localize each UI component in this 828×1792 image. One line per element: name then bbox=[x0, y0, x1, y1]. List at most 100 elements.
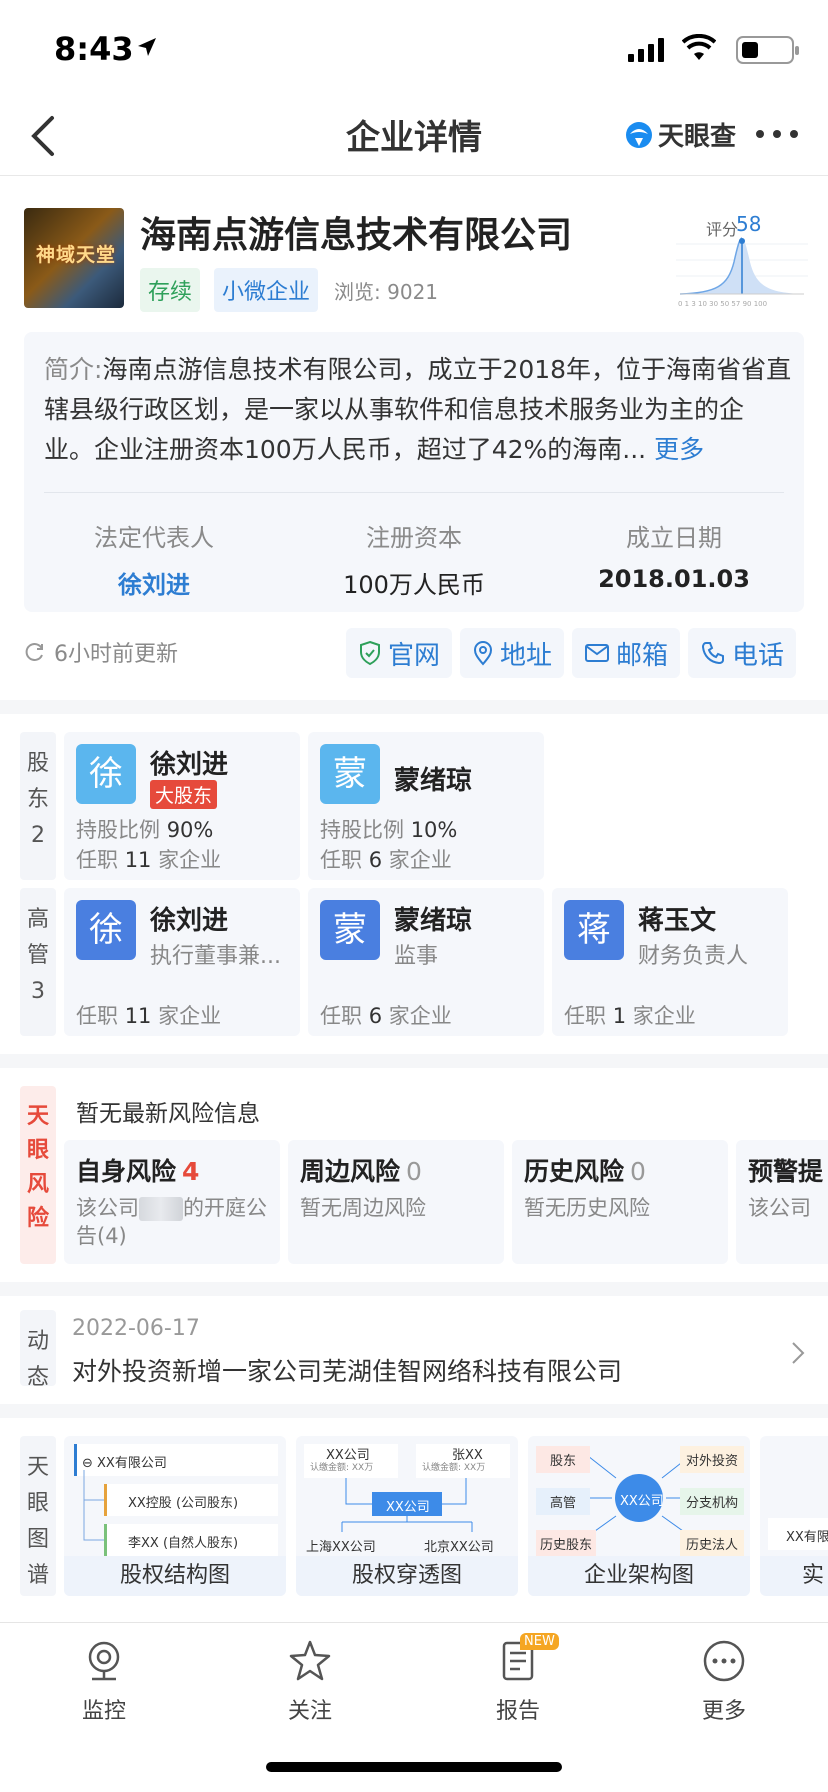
equity-penetration-card[interactable]: XX公司 认缴金额: XX万 张XX 认缴金额: XX万 XX公司 上海XX公司… bbox=[296, 1436, 518, 1596]
address-label: 地址 bbox=[500, 640, 553, 671]
jobs-suffix: 家企业 bbox=[632, 1004, 696, 1028]
self-risk-card[interactable]: 自身风险 4 该公司 的开庭公告(4) bbox=[64, 1140, 280, 1264]
capital-label: 注册资本 bbox=[366, 524, 462, 552]
tab-label: 监控 bbox=[81, 1699, 126, 1724]
reg-capital: 注册资本 100万人民币 bbox=[284, 518, 544, 600]
jobs-prefix: 任职 bbox=[76, 1004, 118, 1028]
home-indicator[interactable] bbox=[266, 1762, 562, 1772]
executive-card[interactable]: 蒙 蒙绪琼 监事 任职 6 家企业 bbox=[308, 888, 544, 1036]
phone-button[interactable]: 电话 bbox=[688, 628, 797, 678]
job-count: 任职 6 家企业 bbox=[320, 844, 452, 874]
shareholder-card[interactable]: 徐 徐刘进 大股东 持股比例 90% 任职 11 家企业 bbox=[64, 732, 300, 880]
executive-card[interactable]: 徐 徐刘进 执行董事兼... 任职 11 家企业 bbox=[64, 888, 300, 1036]
tianyancha-logo-icon bbox=[626, 121, 652, 148]
label-char: 险 bbox=[26, 1206, 49, 1231]
node-text: 李XX (自然人股东) bbox=[128, 1536, 239, 1551]
intro-more-link[interactable]: 更多 bbox=[654, 435, 704, 464]
svg-text:0 1 3 10 30 50 57 90 10: 0 1 3 10 30 50 57 90 100 bbox=[678, 300, 767, 308]
legal-rep-link[interactable]: 徐刘进 bbox=[24, 565, 284, 600]
tab-report[interactable]: NEW 报告 bbox=[458, 1633, 578, 1725]
status-time: 8:43 bbox=[54, 30, 134, 68]
risk-desc: 该公司 的开庭公告(4) bbox=[76, 1194, 276, 1250]
divider bbox=[44, 492, 784, 493]
intro-text: 简介:海南点游信息技术有限公司，成立于2018年，位于海南省省直辖县级行政区划，… bbox=[44, 350, 792, 470]
tab-monitor[interactable]: 监控 bbox=[44, 1639, 164, 1725]
major-shareholder-badge: 大股东 bbox=[150, 780, 218, 809]
label-char: 股 bbox=[26, 751, 49, 776]
risk-desc: 该公司 bbox=[748, 1196, 811, 1220]
risk-desc-a: 该公司 bbox=[76, 1196, 139, 1220]
chevron-right-icon[interactable] bbox=[790, 1340, 806, 1366]
shield-check-icon bbox=[360, 640, 380, 666]
tab-label: 更多 bbox=[701, 1699, 746, 1724]
risk-title: 周边风险 bbox=[300, 1157, 401, 1186]
job-count: 任职 11 家企业 bbox=[76, 1000, 221, 1030]
update-status[interactable]: 6小时前更新 bbox=[24, 636, 178, 668]
refresh-icon bbox=[25, 643, 43, 661]
more-options-icon[interactable] bbox=[756, 130, 798, 138]
email-button[interactable]: 邮箱 bbox=[572, 628, 681, 678]
job-count: 任职 6 家企业 bbox=[320, 1000, 452, 1030]
tab-label: 关注 bbox=[287, 1699, 332, 1724]
avatar: 蒙 bbox=[320, 900, 380, 960]
tab-follow[interactable]: 关注 bbox=[250, 1639, 370, 1725]
website-button[interactable]: 官网 bbox=[346, 628, 453, 678]
section-separator bbox=[0, 1282, 828, 1296]
actual-controller-card[interactable]: XX有限 实 bbox=[760, 1436, 828, 1596]
history-risk-card[interactable]: 历史风险 0 暂无历史风险 bbox=[512, 1140, 728, 1264]
label-char: 眼 bbox=[26, 1491, 49, 1516]
label-char: 东 bbox=[26, 787, 49, 812]
surrounding-risk-card[interactable]: 周边风险 0 暂无周边风险 bbox=[288, 1140, 504, 1264]
jobs-prefix: 任职 bbox=[320, 1004, 362, 1028]
label-char: 态 bbox=[26, 1365, 49, 1390]
node-sub: 认缴金额: XX万 bbox=[422, 1463, 486, 1473]
node-text: 对外投资 bbox=[680, 1446, 745, 1473]
jobs-prefix: 任职 bbox=[320, 848, 362, 872]
brand-logo[interactable]: 天眼查 bbox=[624, 116, 736, 153]
address-button[interactable]: 地址 bbox=[460, 628, 565, 678]
phone-label: 电话 bbox=[732, 640, 785, 671]
risk-title: 历史风险 bbox=[524, 1157, 625, 1186]
equity-structure-card[interactable]: ⊖ XX有限公司 XX控股 (公司股东) 李XX (自然人股东) 股权结构图 bbox=[64, 1436, 286, 1596]
risk-count: 0 bbox=[630, 1157, 646, 1186]
jobs-value: 6 bbox=[368, 848, 383, 872]
avatar: 蒋 bbox=[564, 900, 624, 960]
graph-caption: 股权结构图 bbox=[64, 1556, 286, 1596]
executive-role: 执行董事兼... bbox=[150, 944, 281, 969]
dynamic-text[interactable]: 对外投资新增一家公司芜湖佳智网络科技有限公司 bbox=[72, 1352, 622, 1388]
company-name: 海南点游信息技术有限公司 bbox=[140, 215, 573, 256]
score-chart[interactable]: 评分 58 0 1 3 10 30 50 57 90 100 bbox=[676, 212, 808, 310]
node-text: XX公司 bbox=[620, 1494, 664, 1509]
label-char: 风 bbox=[26, 1172, 49, 1197]
logo-text: 神域天堂 bbox=[35, 244, 116, 266]
jobs-suffix: 家企业 bbox=[388, 848, 452, 872]
view-count: 浏览: 9021 bbox=[334, 279, 439, 304]
tab-label: 报告 bbox=[495, 1699, 540, 1724]
graph-caption: 实 bbox=[760, 1556, 828, 1596]
brand-name: 天眼查 bbox=[658, 122, 737, 152]
label-char: 眼 bbox=[26, 1138, 49, 1163]
founded: 成立日期 2018.01.03 bbox=[544, 518, 804, 593]
jobs-suffix: 家企业 bbox=[158, 848, 222, 872]
node-text: 历史法人 bbox=[680, 1530, 745, 1557]
share-ratio: 持股比例 90% bbox=[76, 814, 213, 844]
enterprise-architecture-card[interactable]: XX公司 股东 高管 历史股东 对外投资 分支机构 历史法人 企业架构图 bbox=[528, 1436, 750, 1596]
email-label: 邮箱 bbox=[616, 640, 669, 671]
blurred-text bbox=[139, 1197, 183, 1221]
website-label: 官网 bbox=[388, 640, 441, 671]
tree-connector-icon bbox=[83, 1470, 104, 1541]
legal-rep-label: 法定代表人 bbox=[94, 524, 214, 552]
shareholder-card[interactable]: 蒙 蒙绪琼 持股比例 10% 任职 6 家企业 bbox=[308, 732, 544, 880]
jobs-value: 6 bbox=[368, 1004, 383, 1028]
jobs-suffix: 家企业 bbox=[388, 1004, 452, 1028]
action-buttons: 官网 地址 邮箱 电话 bbox=[346, 628, 797, 678]
label-char: 图 bbox=[26, 1527, 49, 1552]
warning-card[interactable]: 预警提 该公司 bbox=[736, 1140, 828, 1264]
shareholders-label: 股 东 2 bbox=[20, 732, 56, 880]
tab-more[interactable]: 更多 bbox=[664, 1639, 784, 1725]
executive-card[interactable]: 蒋 蒋玉文 财务负责人 任职 1 家企业 bbox=[552, 888, 788, 1036]
risk-title: 自身风险 bbox=[76, 1157, 177, 1186]
section-separator bbox=[0, 1054, 828, 1068]
executive-role: 财务负责人 bbox=[638, 944, 749, 969]
jobs-value: 11 bbox=[124, 848, 152, 872]
